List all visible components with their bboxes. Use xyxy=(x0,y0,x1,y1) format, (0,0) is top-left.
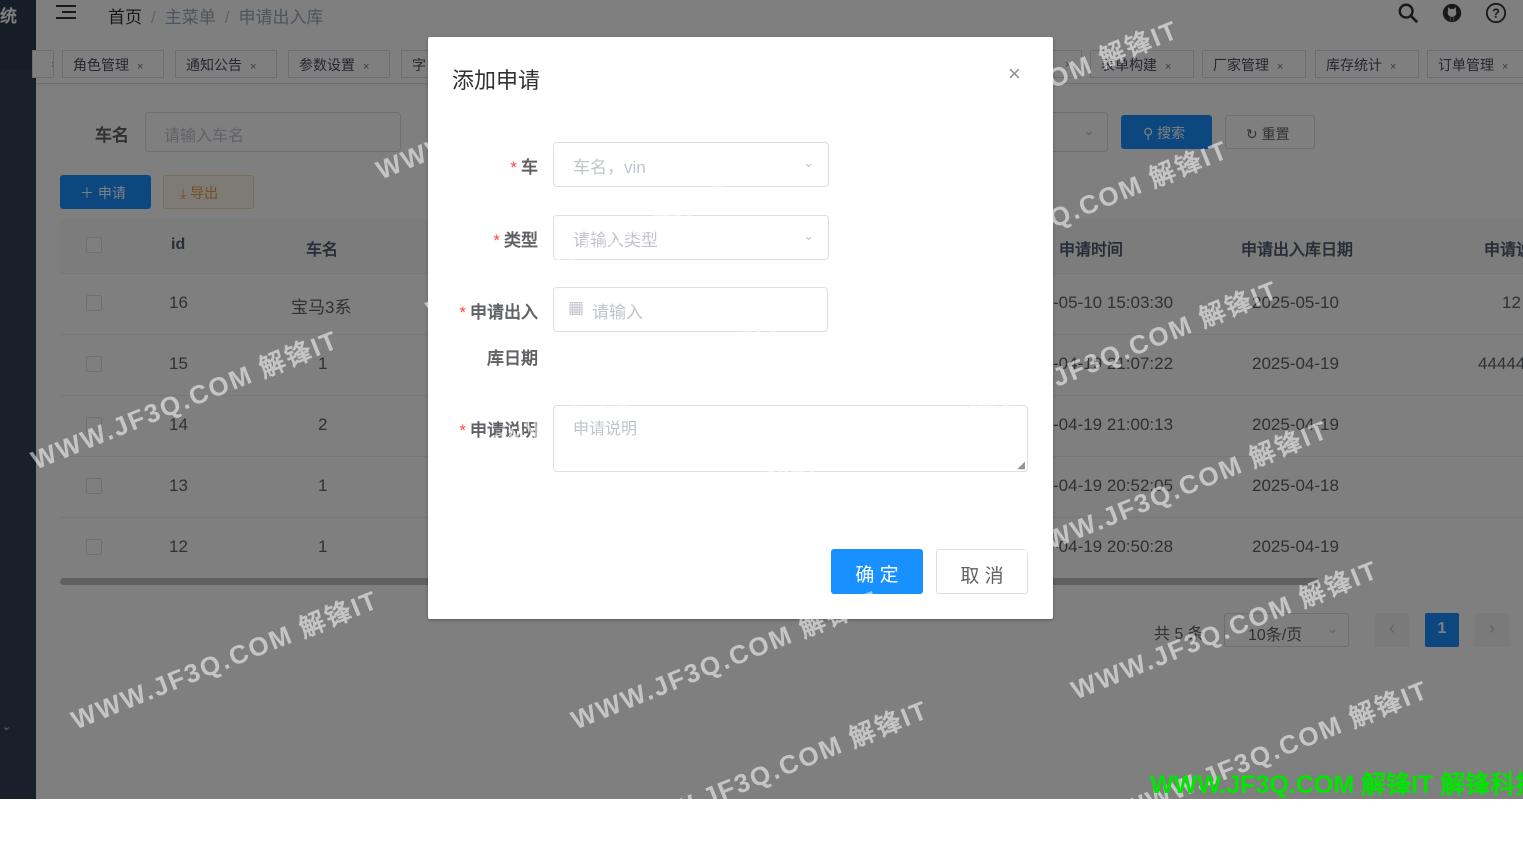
footer-watermark: WWW.JF3Q.COM 解锋IT 解锋科技 xyxy=(1150,771,1523,799)
cancel-button[interactable]: 取 消 xyxy=(936,549,1028,594)
type-field-label: * 类型 xyxy=(493,231,538,250)
dialog-title: 添加申请 xyxy=(452,68,541,93)
date-field-label-line2: 库日期 xyxy=(487,349,538,368)
type-select[interactable]: 请输入类型 ⌄ xyxy=(553,215,829,260)
chevron-down-icon: ⌄ xyxy=(803,155,814,170)
car-select[interactable]: 车名，vin ⌄ xyxy=(553,142,829,187)
resize-handle-icon[interactable]: ◢ xyxy=(1017,460,1025,471)
close-icon[interactable]: × xyxy=(1008,61,1021,87)
calendar-icon: ▦ xyxy=(568,298,585,317)
car-field-label: * 车 xyxy=(510,158,538,177)
add-application-dialog: 添加申请 × * 车 车名，vin ⌄ * 类型 请输入类型 ⌄ * 申请出入 库日期… xyxy=(428,37,1053,619)
desc-textarea[interactable]: 申请说明 ◢ xyxy=(553,405,1028,472)
desc-field-label: * 申请说明 xyxy=(459,421,538,440)
confirm-button[interactable]: 确 定 xyxy=(831,549,923,594)
date-field-label: * 申请出入 xyxy=(459,303,538,322)
date-picker[interactable]: ▦ 请输入 xyxy=(553,287,828,332)
chevron-down-icon: ⌄ xyxy=(803,228,814,243)
